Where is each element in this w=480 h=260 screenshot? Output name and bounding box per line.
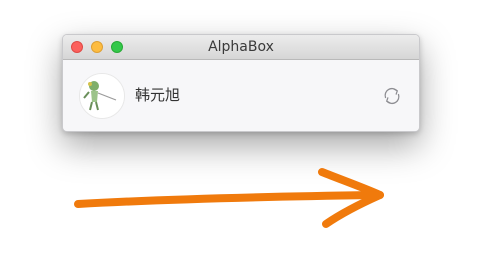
avatar xyxy=(79,73,125,119)
title-bar[interactable]: AlphaBox xyxy=(63,35,419,60)
hand-drawn-arrow-icon xyxy=(74,168,384,228)
app-window: AlphaBox 韩元旭 xyxy=(62,34,420,132)
account-row[interactable]: 韩元旭 xyxy=(63,60,419,131)
refresh-button[interactable] xyxy=(381,85,403,107)
avatar-illustration-icon xyxy=(80,74,124,118)
account-name: 韩元旭 xyxy=(135,86,181,104)
refresh-icon xyxy=(384,87,400,105)
window-title: AlphaBox xyxy=(208,39,274,55)
